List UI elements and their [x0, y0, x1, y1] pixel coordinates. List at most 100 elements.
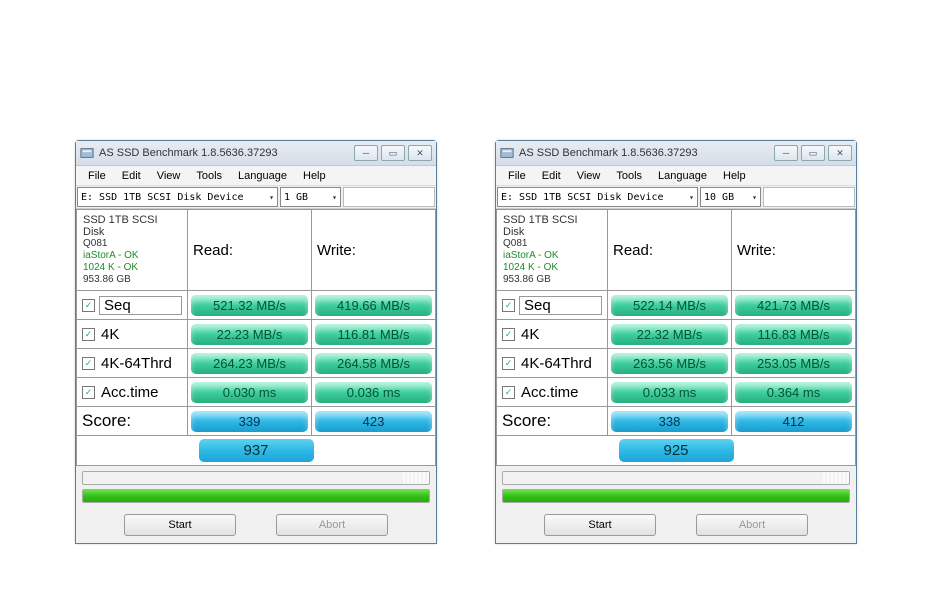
maximize-button[interactable]: ▭ — [381, 145, 405, 161]
device-select[interactable]: E: SSD 1TB SCSI Disk Device — [77, 187, 278, 207]
size-select[interactable]: 1 GB — [280, 187, 341, 207]
menu-help[interactable]: Help — [715, 168, 754, 184]
row-4k64-label: ✓4K-64Thrd — [496, 349, 608, 378]
score-label: Score: — [76, 407, 188, 436]
app-icon — [80, 146, 94, 160]
4k64-write: 253.05 MB/s — [732, 349, 856, 378]
checkbox-4k[interactable]: ✓ — [82, 328, 95, 341]
4k64-write: 264.58 MB/s — [312, 349, 436, 378]
drive-capacity: 953.86 GB — [83, 274, 131, 286]
score-read: 338 — [608, 407, 732, 436]
menubar: File Edit View Tools Language Help — [76, 166, 436, 186]
row-4k64-label: ✓4K-64Thrd — [76, 349, 188, 378]
4k-write: 116.83 MB/s — [732, 320, 856, 349]
col-read: Read: — [608, 209, 732, 291]
titlebar[interactable]: AS SSD Benchmark 1.8.5636.37293 ─ ▭ ✕ — [496, 141, 856, 166]
row-acc-label: ✓Acc.time — [496, 378, 608, 407]
row-4k-label: ✓4K — [496, 320, 608, 349]
size-select[interactable]: 10 GB — [700, 187, 761, 207]
score-total: 937 — [199, 439, 314, 462]
status-field — [343, 187, 435, 207]
4k64-read: 263.56 MB/s — [608, 349, 732, 378]
titlebar[interactable]: AS SSD Benchmark 1.8.5636.37293 ─ ▭ ✕ — [76, 141, 436, 166]
device-select[interactable]: E: SSD 1TB SCSI Disk Device — [497, 187, 698, 207]
menu-help[interactable]: Help — [295, 168, 334, 184]
minimize-button[interactable]: ─ — [354, 145, 378, 161]
row-acc-label: ✓Acc.time — [76, 378, 188, 407]
drive-driver: iaStorA - OK — [503, 250, 559, 262]
status-field — [763, 187, 855, 207]
score-write: 423 — [312, 407, 436, 436]
score-label: Score: — [496, 407, 608, 436]
app-icon — [500, 146, 514, 160]
menubar: File Edit View Tools Language Help — [496, 166, 856, 186]
close-button[interactable]: ✕ — [408, 145, 432, 161]
score-total-row: 937 — [76, 436, 436, 466]
col-write: Write: — [732, 209, 856, 291]
menu-file[interactable]: File — [80, 168, 114, 184]
abort-button[interactable]: Abort — [276, 514, 388, 536]
window-title: AS SSD Benchmark 1.8.5636.37293 — [519, 147, 774, 159]
checkbox-acc[interactable]: ✓ — [82, 386, 95, 399]
drive-info: SSD 1TB SCSI Disk Q081 iaStorA - OK 1024… — [76, 209, 188, 291]
drive-info: SSD 1TB SCSI Disk Q081 iaStorA - OK 1024… — [496, 209, 608, 291]
checkbox-4k64[interactable]: ✓ — [502, 357, 515, 370]
progress-overall — [82, 489, 430, 503]
abort-button[interactable]: Abort — [696, 514, 808, 536]
row-seq-label: ✓Seq — [76, 291, 188, 320]
checkbox-4k64[interactable]: ✓ — [82, 357, 95, 370]
menu-view[interactable]: View — [569, 168, 609, 184]
score-total-row: 925 — [496, 436, 856, 466]
menu-edit[interactable]: Edit — [534, 168, 569, 184]
window-title: AS SSD Benchmark 1.8.5636.37293 — [99, 147, 354, 159]
acc-write: 0.364 ms — [732, 378, 856, 407]
4k-write: 116.81 MB/s — [312, 320, 436, 349]
checkbox-acc[interactable]: ✓ — [502, 386, 515, 399]
menu-tools[interactable]: Tools — [188, 168, 230, 184]
menu-language[interactable]: Language — [230, 168, 295, 184]
drive-align: 1024 K - OK — [83, 262, 138, 274]
4k-read: 22.32 MB/s — [608, 320, 732, 349]
acc-read: 0.030 ms — [188, 378, 312, 407]
drive-align: 1024 K - OK — [503, 262, 558, 274]
menu-edit[interactable]: Edit — [114, 168, 149, 184]
menu-view[interactable]: View — [149, 168, 189, 184]
toolbar: E: SSD 1TB SCSI Disk Device 10 GB — [496, 186, 856, 209]
toolbar: E: SSD 1TB SCSI Disk Device 1 GB — [76, 186, 436, 209]
drive-name: SSD 1TB SCSI Disk — [503, 214, 601, 238]
progress-current — [502, 471, 850, 485]
menu-tools[interactable]: Tools — [608, 168, 650, 184]
drive-name: SSD 1TB SCSI Disk — [83, 214, 181, 238]
4k-read: 22.23 MB/s — [188, 320, 312, 349]
seq-write: 419.66 MB/s — [312, 291, 436, 320]
drive-capacity: 953.86 GB — [503, 274, 551, 286]
minimize-button[interactable]: ─ — [774, 145, 798, 161]
checkbox-4k[interactable]: ✓ — [502, 328, 515, 341]
drive-model: Q081 — [83, 238, 107, 250]
seq-read: 521.32 MB/s — [188, 291, 312, 320]
acc-write: 0.036 ms — [312, 378, 436, 407]
score-write: 412 — [732, 407, 856, 436]
4k64-read: 264.23 MB/s — [188, 349, 312, 378]
drive-model: Q081 — [503, 238, 527, 250]
row-4k-label: ✓4K — [76, 320, 188, 349]
progress-overall — [502, 489, 850, 503]
acc-read: 0.033 ms — [608, 378, 732, 407]
seq-write: 421.73 MB/s — [732, 291, 856, 320]
checkbox-seq[interactable]: ✓ — [502, 299, 515, 312]
col-write: Write: — [312, 209, 436, 291]
menu-file[interactable]: File — [500, 168, 534, 184]
start-button[interactable]: Start — [544, 514, 656, 536]
maximize-button[interactable]: ▭ — [801, 145, 825, 161]
menu-language[interactable]: Language — [650, 168, 715, 184]
row-seq-label: ✓Seq — [496, 291, 608, 320]
checkbox-seq[interactable]: ✓ — [82, 299, 95, 312]
seq-read: 522.14 MB/s — [608, 291, 732, 320]
window-1: AS SSD Benchmark 1.8.5636.37293 ─ ▭ ✕ Fi… — [75, 140, 437, 544]
drive-driver: iaStorA - OK — [83, 250, 139, 262]
col-read: Read: — [188, 209, 312, 291]
window-2: AS SSD Benchmark 1.8.5636.37293 ─ ▭ ✕ Fi… — [495, 140, 857, 544]
start-button[interactable]: Start — [124, 514, 236, 536]
close-button[interactable]: ✕ — [828, 145, 852, 161]
progress-current — [82, 471, 430, 485]
